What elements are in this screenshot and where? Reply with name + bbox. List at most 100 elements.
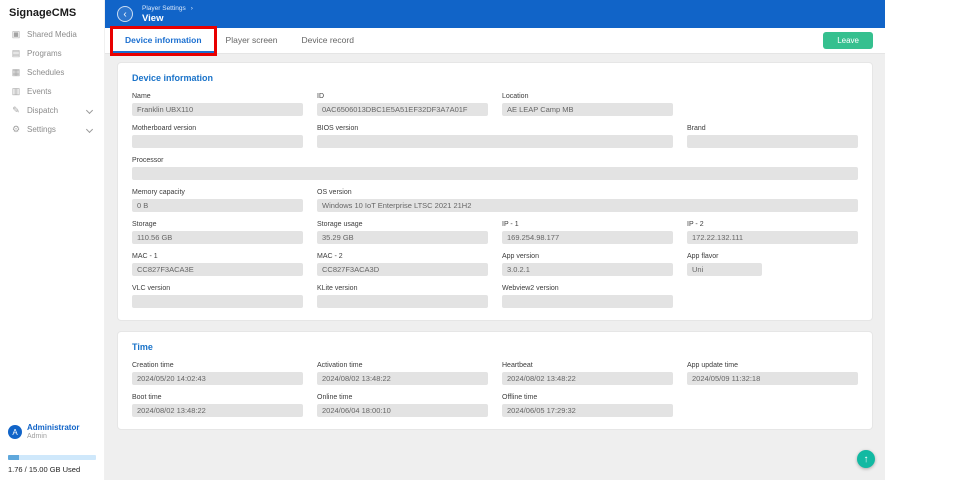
shared-media-icon: ▣ [11,29,21,39]
user-profile[interactable]: A Administrator Admin [0,423,104,441]
leave-button[interactable]: Leave [823,32,873,49]
tab-label: Device record [301,35,354,45]
field-creation-time: Creation time 2024/05/20 14:02:43 [132,362,303,385]
tab-device-information[interactable]: Device information [110,26,217,56]
back-button[interactable]: ‹ [117,6,133,22]
sidebar-item-label: Schedules [27,68,65,77]
app-window: SignageCMS ▣ Shared Media ▤ Programs ▦ S… [0,0,885,480]
field-boot-time-label: Boot time [132,394,162,401]
field-app-flavor: App flavor Uni [687,253,858,276]
field-vlc-version: VLC version [132,285,303,308]
field-app-version: App version 3.0.2.1 [502,253,673,276]
chevron-down-icon [85,125,94,134]
field-os-version: OS version Windows 10 IoT Enterprise LTS… [317,189,858,212]
field-bios-version-value[interactable] [317,135,673,148]
field-online-time-label: Online time [317,394,353,401]
brand-logo: SignageCMS [9,7,77,19]
field-location-value[interactable]: AE LEAP Camp MB [502,103,673,116]
field-memory-capacity-label: Memory capacity [132,189,185,196]
field-processor-value[interactable] [132,167,858,180]
field-heartbeat-value[interactable]: 2024/08/02 13:48:22 [502,372,673,385]
field-mac-1-value[interactable]: CC827F3ACA3E [132,263,303,276]
field-app-flavor-label: App flavor [687,253,719,260]
field-bios-version: BIOS version [317,125,673,148]
field-vlc-version-value[interactable] [132,295,303,308]
field-memory-capacity-value[interactable]: 0 B [132,199,303,212]
field-klite-version-label: KLite version [317,285,358,292]
field-ip-1: IP - 1 169.254.98.177 [502,221,673,244]
dispatch-icon: ✎ [12,105,20,115]
content-area: Device information Name Franklin UBX110 … [105,54,885,480]
field-storage-usage: Storage usage 35.29 GB [317,221,488,244]
field-motherboard-version-value[interactable] [132,135,303,148]
sidebar-item-schedules[interactable]: ▦ Schedules [0,63,104,82]
field-app-update-time-value[interactable]: 2024/05/09 11:32:18 [687,372,858,385]
section-title-time: Time [132,342,153,352]
field-processor: Processor [132,157,858,180]
storage-usage-fill [8,455,19,460]
storage-usage-label: 1.76 / 15.00 GB Used [8,465,81,474]
field-app-flavor-value[interactable]: Uni [687,263,762,276]
storage-usage-bar [8,455,96,460]
device-information-grid: Name Franklin UBX110 ID 0AC6506013DBC1E5… [132,93,858,308]
sidebar-item-settings[interactable]: ⚙ Settings [0,120,104,139]
field-ip-2-value[interactable]: 172.22.132.111 [687,231,858,244]
sidebar-item-programs[interactable]: ▤ Programs [0,44,104,63]
field-online-time: Online time 2024/06/04 18:00:10 [317,394,488,417]
field-webview2-version: Webview2 version [502,285,673,308]
field-os-version-label: OS version [317,189,352,196]
schedules-icon: ▦ [11,67,21,77]
scroll-to-top-button[interactable]: ↑ [857,450,875,468]
field-activation-time-value[interactable]: 2024/08/02 13:48:22 [317,372,488,385]
field-offline-time: Offline time 2024/06/05 17:29:32 [502,394,673,417]
field-motherboard-version-label: Motherboard version [132,125,197,132]
field-motherboard-version: Motherboard version [132,125,303,148]
field-offline-time-label: Offline time [502,394,538,401]
field-app-version-value[interactable]: 3.0.2.1 [502,263,673,276]
field-webview2-version-value[interactable] [502,295,673,308]
field-boot-time-value[interactable]: 2024/08/02 13:48:22 [132,404,303,417]
sidebar-item-label: Events [27,87,52,96]
field-mac-1-label: MAC - 1 [132,253,158,260]
field-ip-2-label: IP - 2 [687,221,704,228]
field-app-update-time-label: App update time [687,362,738,369]
tab-player-screen[interactable]: Player screen [214,28,290,53]
tab-device-record[interactable]: Device record [290,28,366,53]
sidebar-item-events[interactable]: ▥ Events [0,82,104,101]
field-heartbeat-label: Heartbeat [502,362,533,369]
field-processor-label: Processor [132,157,164,164]
sidebar-item-dispatch[interactable]: ✎ Dispatch [0,101,104,120]
field-storage-usage-value[interactable]: 35.29 GB [317,231,488,244]
sidebar-item-shared-media[interactable]: ▣ Shared Media [0,25,104,44]
field-ip-1-value[interactable]: 169.254.98.177 [502,231,673,244]
breadcrumb: Player Settings › [142,5,193,12]
field-mac-2-value[interactable]: CC827F3ACA3D [317,263,488,276]
field-brand-value[interactable] [687,135,858,148]
field-creation-time-label: Creation time [132,362,174,369]
field-storage-label: Storage [132,221,157,228]
field-storage-value[interactable]: 110.56 GB [132,231,303,244]
field-storage: Storage 110.56 GB [132,221,303,244]
field-webview2-version-label: Webview2 version [502,285,559,292]
field-mac-2-label: MAC - 2 [317,253,343,260]
field-id-value[interactable]: 0AC6506013DBC1E5A51EF32DF3A7A01F [317,103,488,116]
avatar: A [8,425,22,439]
field-klite-version-value[interactable] [317,295,488,308]
field-os-version-value[interactable]: Windows 10 IoT Enterprise LTSC 2021 21H2 [317,199,858,212]
chevron-right-icon: › [190,4,193,12]
field-offline-time-value[interactable]: 2024/06/05 17:29:32 [502,404,673,417]
field-creation-time-value[interactable]: 2024/05/20 14:02:43 [132,372,303,385]
page-title: View [142,12,164,24]
sidebar-item-label: Settings [27,125,56,134]
field-name-value[interactable]: Franklin UBX110 [132,103,303,116]
section-title-device-information: Device information [132,73,214,83]
field-ip-2: IP - 2 172.22.132.111 [687,221,858,244]
time-card: Time Creation time 2024/05/20 14:02:43 A… [117,331,873,430]
field-bios-version-label: BIOS version [317,125,359,132]
breadcrumb-player-settings[interactable]: Player Settings [142,5,186,12]
field-app-version-label: App version [502,253,539,260]
programs-icon: ▤ [11,48,21,58]
field-storage-usage-label: Storage usage [317,221,363,228]
field-online-time-value[interactable]: 2024/06/04 18:00:10 [317,404,488,417]
tab-bar: Device information Player screen Device … [105,26,885,56]
